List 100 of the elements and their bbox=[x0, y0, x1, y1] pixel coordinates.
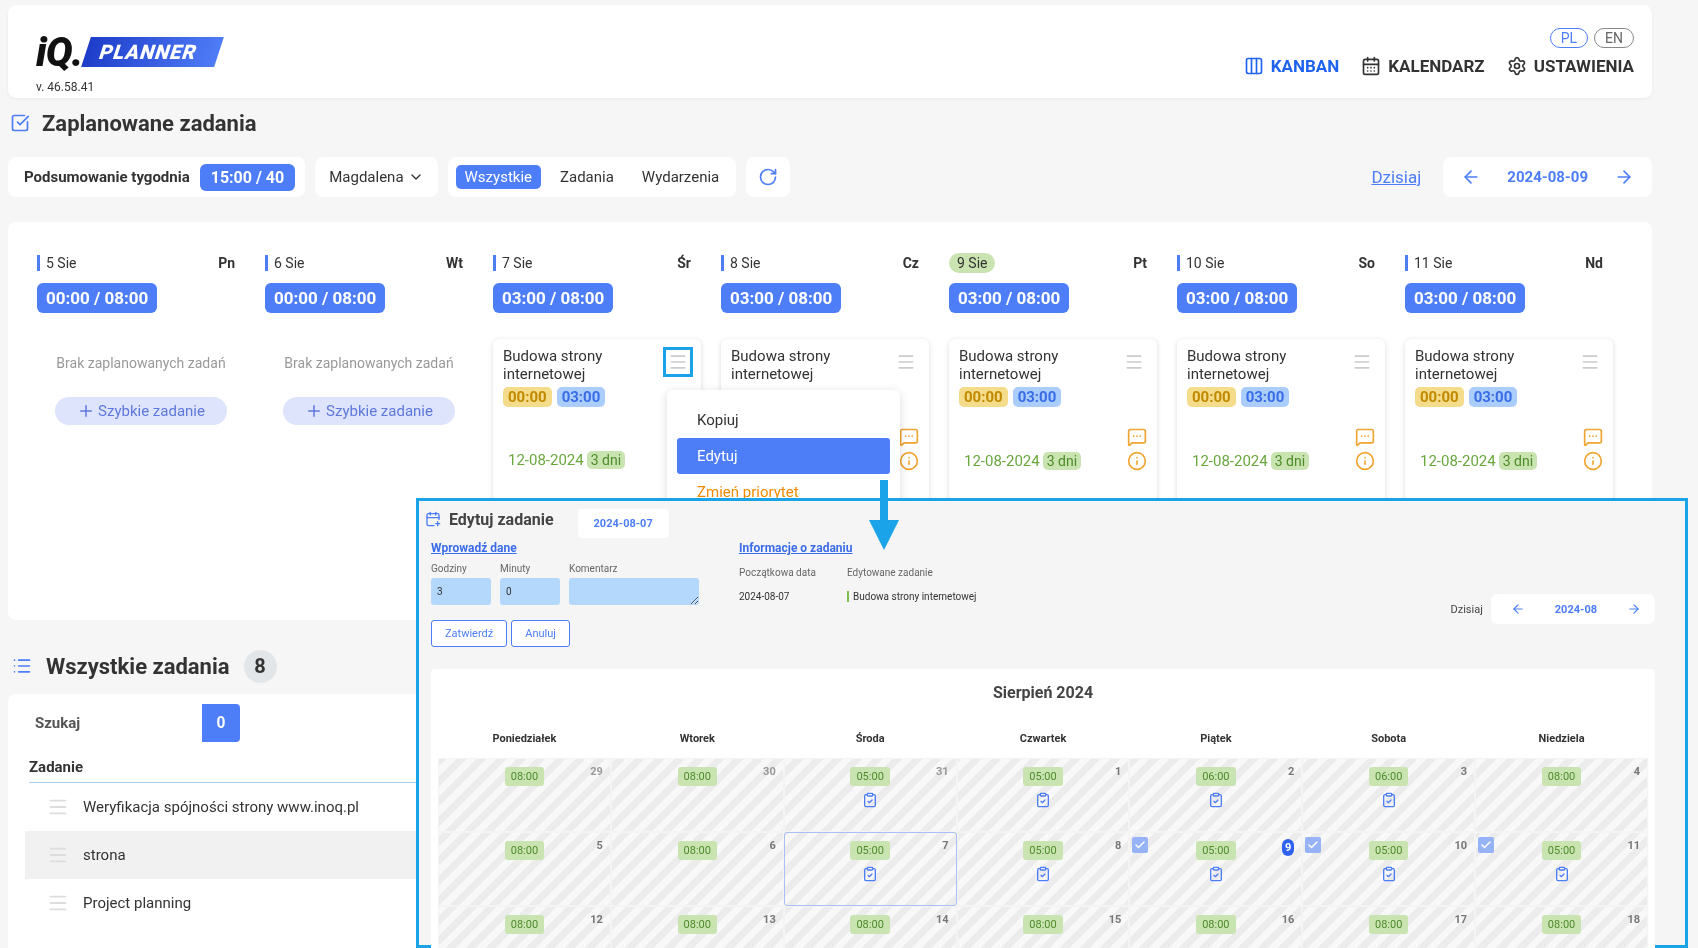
form-button[interactable]: Anuluj bbox=[511, 620, 570, 647]
quick-add-button[interactable]: Szybkie zadanie bbox=[55, 397, 227, 425]
clipboard-icon[interactable] bbox=[862, 866, 879, 882]
calendar-day[interactable]: 05:00 1 bbox=[956, 758, 1130, 832]
task-title: Budowa strony internetowej bbox=[731, 347, 832, 383]
day-date: 11 Sie bbox=[1405, 255, 1453, 271]
menu-icon bbox=[668, 352, 688, 372]
edited-task: Budowa strony internetowej bbox=[847, 591, 977, 602]
nav-link[interactable]: KANBAN bbox=[1243, 55, 1340, 76]
hours-chip: 08:00 bbox=[1541, 767, 1582, 786]
comment-icon[interactable] bbox=[899, 427, 919, 447]
calendar-day[interactable]: 08:00 17 bbox=[1302, 906, 1476, 948]
calendar-day[interactable]: 08:00 14 bbox=[783, 906, 957, 948]
weekday-label: Cz bbox=[902, 255, 919, 271]
calendar-day[interactable]: 05:00 7 bbox=[783, 832, 957, 906]
checkbox[interactable] bbox=[1305, 837, 1322, 853]
hours-chip: 08:00 bbox=[504, 841, 545, 860]
calendar-day[interactable]: 05:00 31 bbox=[783, 758, 957, 832]
hours-chip: 05:00 bbox=[1023, 767, 1063, 786]
weekday-label: Wt bbox=[446, 255, 463, 271]
calendar-day[interactable]: 08:00 13 bbox=[610, 906, 784, 948]
info-icon[interactable] bbox=[1127, 451, 1147, 471]
calendar-day[interactable]: 06:00 2 bbox=[1129, 758, 1303, 832]
form-button[interactable]: Zatwierdź bbox=[431, 620, 508, 647]
planned-time: 03:00 bbox=[556, 387, 606, 407]
clipboard-icon[interactable] bbox=[1035, 792, 1051, 808]
menu-icon bbox=[896, 352, 916, 372]
input-field[interactable]: 0 bbox=[500, 578, 560, 605]
due-date: 12-08-2024 bbox=[1420, 452, 1496, 470]
hours-chip: 08:00 bbox=[677, 767, 717, 786]
task-title: Budowa strony internetowej bbox=[959, 347, 1060, 383]
current-date: 2024-08-09 bbox=[1507, 168, 1588, 186]
weekday-label: Pt bbox=[1133, 255, 1147, 271]
day-number: 30 bbox=[763, 765, 776, 778]
menu-item[interactable]: Edytuj bbox=[677, 438, 890, 474]
calendar-day[interactable]: 08:00 30 bbox=[610, 758, 784, 832]
spent-time: 00:00 bbox=[503, 387, 552, 407]
hours-chip: 08:00 bbox=[1369, 915, 1409, 934]
calendar-day[interactable]: 05:00 8 bbox=[956, 832, 1130, 906]
planned-time: 03:00 bbox=[1468, 387, 1518, 407]
calendar-day[interactable]: 08:00 16 bbox=[1129, 906, 1303, 948]
clipboard-icon[interactable] bbox=[862, 792, 879, 808]
calendar-day[interactable]: 08:00 18 bbox=[1475, 906, 1648, 948]
clipboard-icon[interactable] bbox=[1207, 866, 1224, 882]
summary-value: 15:00 / 40 bbox=[199, 163, 296, 191]
language-button[interactable]: EN bbox=[1594, 27, 1634, 48]
nav-link[interactable]: USTAWIENIA bbox=[1506, 55, 1634, 76]
quick-add-button[interactable]: Szybkie zadanie bbox=[283, 397, 455, 425]
comment-icon[interactable] bbox=[1127, 427, 1147, 447]
clipboard-icon[interactable] bbox=[1207, 792, 1224, 808]
today-link[interactable]: Dzisiaj bbox=[1450, 602, 1483, 616]
day-number: 4 bbox=[1633, 765, 1640, 778]
day-number: 1 bbox=[1115, 765, 1122, 778]
language-button[interactable]: PL bbox=[1549, 27, 1589, 48]
day-number: 6 bbox=[769, 839, 776, 852]
menu-button[interactable] bbox=[663, 347, 693, 377]
info-icon[interactable] bbox=[1355, 451, 1375, 471]
comment-icon[interactable] bbox=[1355, 427, 1375, 447]
info-label: Początkowa data bbox=[739, 567, 817, 578]
hours-chip: 08:00 bbox=[1541, 915, 1582, 934]
nav-link[interactable]: KALENDARZ bbox=[1361, 55, 1485, 76]
check-icon bbox=[1307, 839, 1320, 851]
date-tab[interactable]: 2024-08-07 bbox=[577, 508, 669, 538]
filter-tab[interactable]: Wydarzenia bbox=[632, 165, 729, 189]
clipboard-icon[interactable] bbox=[1035, 866, 1051, 882]
calendar-day[interactable]: 06:00 3 bbox=[1302, 758, 1476, 832]
hours-chip: 05:00 bbox=[1196, 841, 1236, 860]
calendar-day[interactable]: 05:00 11 bbox=[1475, 832, 1648, 906]
calendar-day[interactable]: 08:00 6 bbox=[610, 832, 784, 906]
comment-icon[interactable] bbox=[1583, 427, 1603, 447]
filter-tab[interactable]: Zadania bbox=[551, 165, 623, 189]
weekday-header: Niedziela bbox=[1537, 732, 1586, 747]
weekday-header: Wtorek bbox=[678, 732, 716, 747]
info-icon[interactable] bbox=[1583, 451, 1603, 471]
input-field[interactable]: 3 bbox=[431, 578, 491, 605]
clipboard-icon[interactable] bbox=[1380, 866, 1397, 882]
day-total: 03:00 / 08:00 bbox=[721, 283, 842, 313]
hours-chip: 06:00 bbox=[1369, 767, 1409, 786]
comment-field[interactable] bbox=[569, 578, 699, 605]
day-total: 00:00 / 08:00 bbox=[265, 283, 386, 313]
calendar-day[interactable]: 08:00 4 bbox=[1475, 758, 1648, 832]
clipboard-icon[interactable] bbox=[1553, 866, 1570, 882]
checkbox[interactable] bbox=[1478, 837, 1495, 853]
refresh-icon bbox=[758, 167, 779, 187]
calendar-day[interactable]: 08:00 29 bbox=[438, 758, 611, 832]
checkbox[interactable] bbox=[1132, 837, 1149, 853]
day-total: 03:00 / 08:00 bbox=[1177, 283, 1298, 313]
hours-chip: 05:00 bbox=[850, 841, 890, 860]
filter-tab[interactable]: Wszystkie bbox=[455, 165, 541, 189]
calendar-day[interactable]: 05:00 9 bbox=[1129, 832, 1303, 906]
today-link[interactable]: Dzisiaj bbox=[1371, 167, 1422, 187]
calendar-day[interactable]: 08:00 12 bbox=[438, 906, 611, 948]
weekday-header: Sobota bbox=[1370, 732, 1408, 747]
calendar-day[interactable]: 08:00 15 bbox=[956, 906, 1130, 948]
info-icon[interactable] bbox=[899, 451, 919, 471]
weekday-header: Czwartek bbox=[1018, 732, 1068, 747]
calendar-day[interactable]: 05:00 10 bbox=[1302, 832, 1476, 906]
calendar-day[interactable]: 08:00 5 bbox=[438, 832, 611, 906]
search-count-button[interactable]: 0 bbox=[202, 704, 240, 742]
clipboard-icon[interactable] bbox=[1380, 792, 1397, 808]
